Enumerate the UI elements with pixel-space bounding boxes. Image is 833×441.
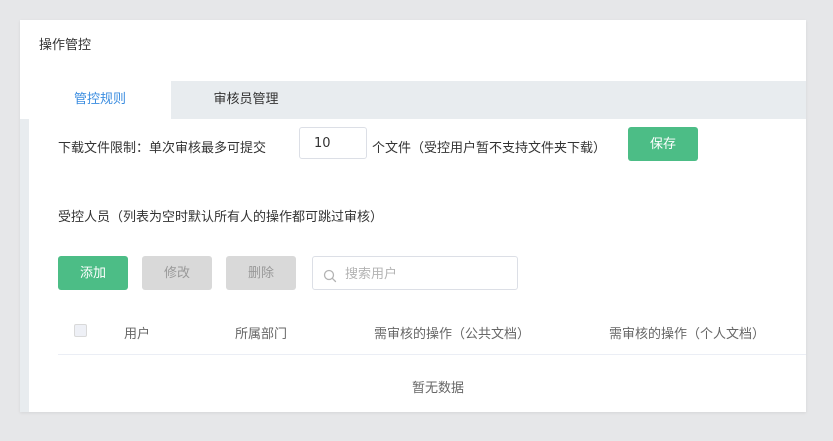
download-limit-label: 下载文件限制：单次审核最多可提交 (58, 141, 267, 156)
content-left-edge (20, 119, 29, 412)
select-all-checkbox[interactable] (74, 324, 87, 337)
column-header-department: 所属部门 (235, 327, 288, 342)
empty-state-text: 暂无数据 (411, 381, 464, 396)
download-limit-suffix: 个文件（受控用户暂不支持文件夹下载） (372, 141, 607, 156)
column-header-personal-ops: 需审核的操作（个人文档） (609, 327, 766, 342)
column-header-user: 用户 (124, 327, 151, 342)
tab-bar: 管控规则 审核员管理 (29, 81, 806, 119)
save-button[interactable]: 保存 (628, 127, 698, 161)
edit-button[interactable]: 修改 (142, 256, 212, 290)
add-button[interactable]: 添加 (58, 256, 128, 290)
operation-control-panel: 操作管控 管控规则 审核员管理 下载文件限制：单次审核最多可提交 个文件（受控用… (20, 20, 806, 412)
column-header-public-ops: 需审核的操作（公共文档） (374, 327, 531, 342)
delete-button[interactable]: 删除 (226, 256, 296, 290)
controlled-users-label: 受控人员（列表为空时默认所有人的操作都可跳过审核） (58, 210, 384, 225)
download-limit-input[interactable] (299, 127, 367, 159)
tab-reviewer-management[interactable]: 审核员管理 (171, 81, 321, 119)
table-header-divider (58, 354, 806, 355)
search-box[interactable] (312, 256, 518, 290)
tab-control-rules[interactable]: 管控规则 (29, 81, 171, 119)
search-input[interactable] (343, 263, 512, 285)
page-title: 操作管控 (39, 38, 92, 53)
search-icon (323, 269, 337, 283)
